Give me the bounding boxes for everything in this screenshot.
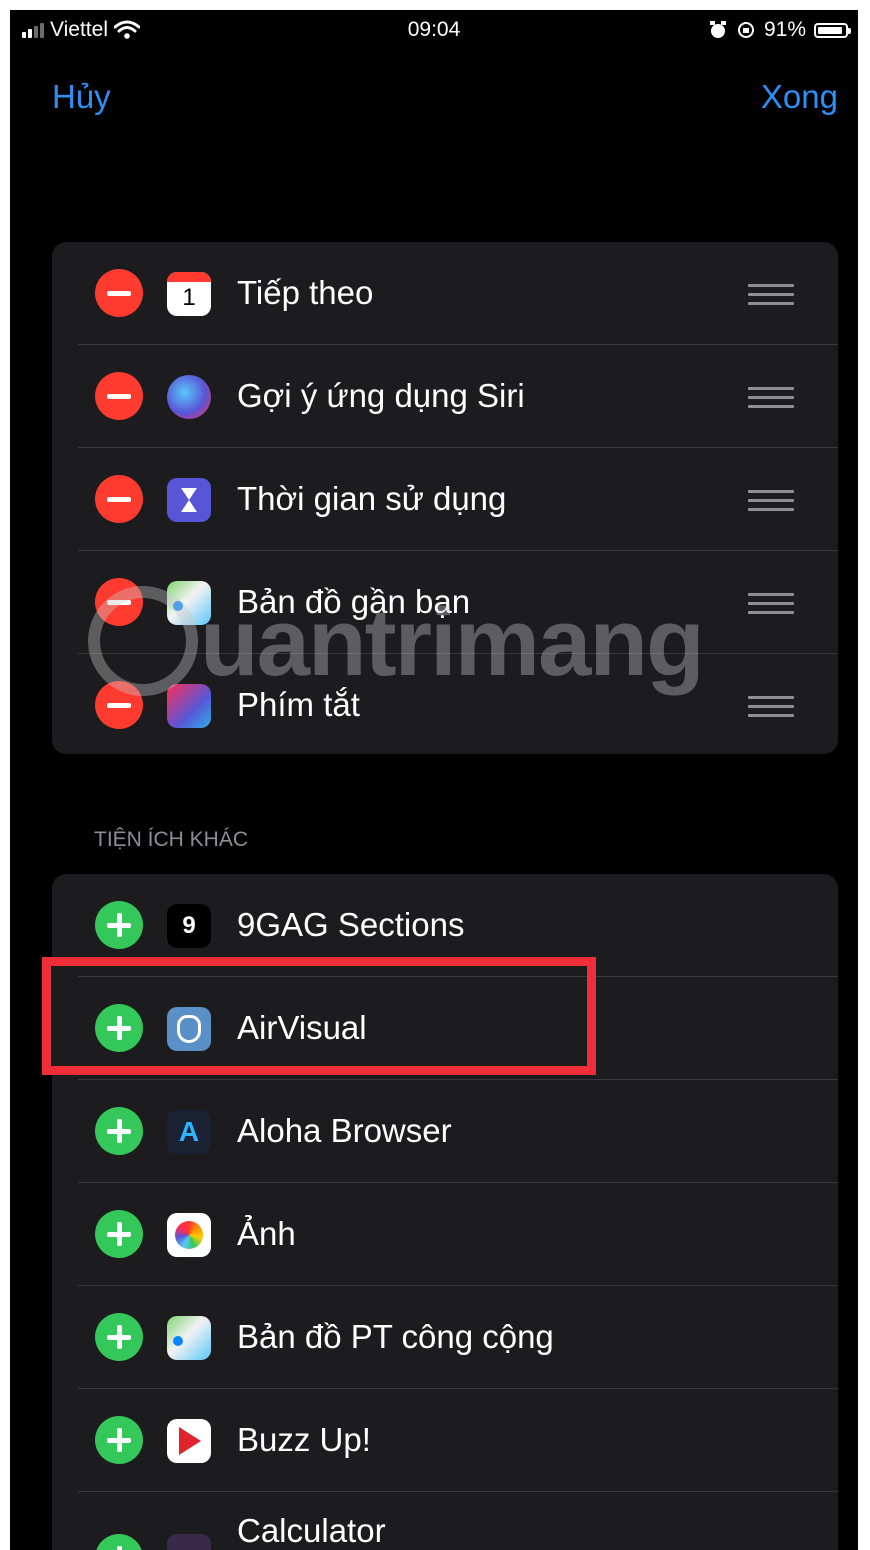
widget-row: Phím tắt [52, 654, 838, 754]
widget-row: Calculator [52, 1492, 838, 1550]
reorder-handle[interactable] [748, 284, 794, 310]
widget-label: Thời gian sử dụng [237, 480, 507, 517]
done-button[interactable]: Xong [761, 78, 838, 116]
9gag-icon: 9 [167, 904, 211, 948]
calendar-icon: 1 [167, 272, 211, 316]
remove-button[interactable] [95, 681, 143, 729]
maps-icon [167, 581, 211, 625]
orientation-lock-icon [737, 22, 754, 38]
widget-label: Gợi ý ứng dụng Siri [237, 377, 525, 414]
add-button[interactable] [95, 1004, 143, 1052]
widget-label: Buzz Up! [237, 1421, 371, 1458]
widget-row: Bản đồ gần bạn [52, 551, 838, 654]
battery-icon [814, 22, 851, 38]
widget-label: Ảnh [237, 1215, 296, 1252]
buzzup-icon [167, 1419, 211, 1463]
widget-label: AirVisual [237, 1009, 367, 1046]
widget-label: 9GAG Sections [237, 906, 465, 943]
add-button[interactable] [95, 1210, 143, 1258]
remove-button[interactable] [95, 372, 143, 420]
widget-row: AirVisual [52, 977, 838, 1080]
reorder-handle[interactable] [748, 593, 794, 619]
remove-button[interactable] [95, 475, 143, 523]
widget-row: Thời gian sử dụng [52, 448, 838, 551]
add-button[interactable] [95, 1313, 143, 1361]
widget-label: Bản đồ gần bạn [237, 583, 471, 620]
widget-row: 1 Tiếp theo [52, 242, 838, 345]
widget-label: Tiếp theo [237, 274, 374, 311]
alarm-icon [709, 21, 726, 38]
reorder-handle[interactable] [748, 490, 794, 516]
widget-row: Buzz Up! [52, 1389, 838, 1492]
widget-label: Bản đồ PT công cộng [237, 1318, 554, 1355]
widget-row: Ảnh [52, 1183, 838, 1286]
reorder-handle[interactable] [748, 696, 794, 722]
cancel-button[interactable]: Hủy [52, 78, 111, 116]
hourglass-icon [167, 478, 211, 522]
add-button[interactable] [95, 1534, 143, 1550]
widget-row: Gợi ý ứng dụng Siri [52, 345, 838, 448]
status-right: 91% [708, 18, 851, 42]
section-header: TIỆN ÍCH KHÁC [94, 828, 249, 851]
widget-label: Calculator [237, 1512, 386, 1549]
add-button[interactable] [95, 1416, 143, 1464]
aloha-icon: A [167, 1110, 211, 1154]
status-bar: Viettel 09:04 91% [10, 10, 858, 54]
widget-label: Aloha Browser [237, 1112, 452, 1149]
widget-row: Bản đồ PT công cộng [52, 1286, 838, 1389]
photos-icon [167, 1213, 211, 1257]
widget-label: Phím tắt [237, 686, 360, 723]
shortcuts-icon [167, 684, 211, 728]
widget-row: 9 9GAG Sections [52, 874, 838, 977]
remove-button[interactable] [95, 269, 143, 317]
other-widgets-list: 9 9GAG Sections AirVisual A Aloha Browse… [52, 874, 838, 1550]
active-widgets-list: 1 Tiếp theo Gợi ý ứng dụng Siri Thời gia… [52, 242, 838, 754]
siri-icon [167, 375, 211, 419]
airvisual-icon [167, 1007, 211, 1051]
add-button[interactable] [95, 1107, 143, 1155]
widget-edit-screen: Viettel 09:04 91% Hủy Xong 1 Tiếp theo G… [10, 10, 858, 1550]
add-button[interactable] [95, 901, 143, 949]
remove-button[interactable] [95, 578, 143, 626]
calculator-icon [167, 1534, 211, 1550]
widget-row: A Aloha Browser [52, 1080, 838, 1183]
reorder-handle[interactable] [748, 387, 794, 413]
battery-percent: 91% [763, 18, 806, 41]
maps-icon [167, 1316, 211, 1360]
